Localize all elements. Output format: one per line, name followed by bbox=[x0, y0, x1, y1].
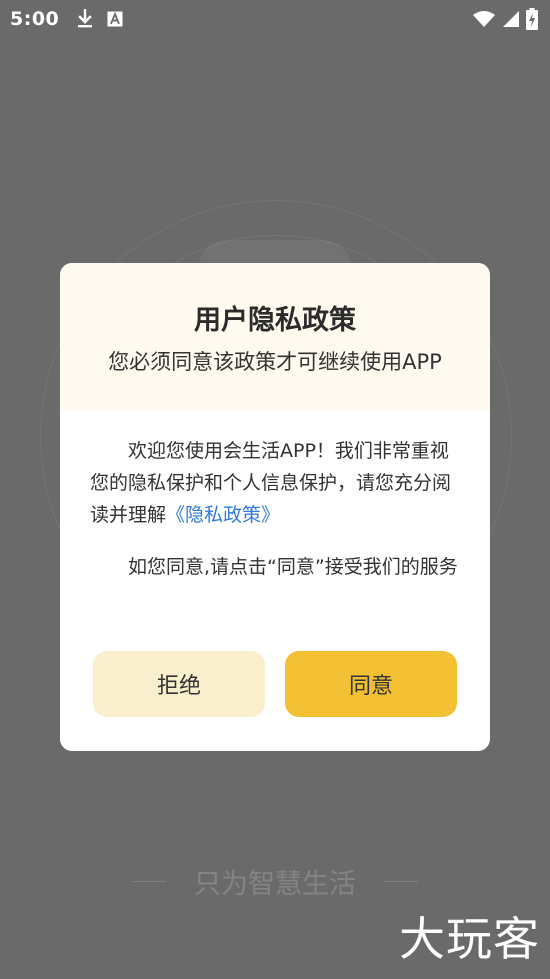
privacy-dialog: 用户隐私政策 您必须同意该政策才可继续使用APP 欢迎您使用会生活APP！我们非… bbox=[60, 263, 490, 751]
font-a-icon bbox=[107, 11, 123, 27]
welcome-paragraph: 欢迎您使用会生活APP！我们非常重视您的隐私保护和个人信息保护，请您充分阅读并理… bbox=[90, 435, 460, 531]
signal-icon bbox=[502, 10, 520, 28]
privacy-policy-link[interactable]: 《隐私政策》 bbox=[166, 504, 280, 526]
status-bar: 5:00 bbox=[0, 0, 550, 38]
slogan-divider-left bbox=[132, 881, 166, 882]
agree-button[interactable]: 同意 bbox=[285, 651, 457, 717]
status-icons-left bbox=[77, 9, 123, 29]
screen: 5:00 用户隐私政策 您必须同意该政策才可继续使用APP 欢迎您使用会生活AP… bbox=[0, 0, 550, 979]
wifi-icon bbox=[472, 10, 496, 28]
dialog-subtitle: 您必须同意该政策才可继续使用APP bbox=[108, 350, 442, 374]
watermark: 大玩客 bbox=[399, 912, 540, 966]
battery-charging-icon bbox=[526, 8, 538, 30]
download-icon bbox=[77, 9, 93, 29]
dialog-body: 欢迎您使用会生活APP！我们非常重视您的隐私保护和个人信息保护，请您充分阅读并理… bbox=[60, 411, 490, 583]
status-icons-right bbox=[472, 8, 538, 30]
dialog-header: 用户隐私政策 您必须同意该政策才可继续使用APP bbox=[60, 263, 490, 411]
slogan-divider-right bbox=[384, 881, 418, 882]
consent-paragraph: 如您同意,请点击“同意”接受我们的服务 bbox=[128, 556, 458, 578]
dialog-actions: 拒绝 同意 bbox=[93, 651, 457, 717]
status-time: 5:00 bbox=[10, 8, 60, 30]
refuse-button[interactable]: 拒绝 bbox=[93, 651, 265, 717]
splash-slogan: 只为智慧生活 bbox=[0, 862, 550, 901]
slogan-text: 只为智慧生活 bbox=[194, 869, 356, 900]
dialog-title: 用户隐私政策 bbox=[194, 305, 356, 336]
